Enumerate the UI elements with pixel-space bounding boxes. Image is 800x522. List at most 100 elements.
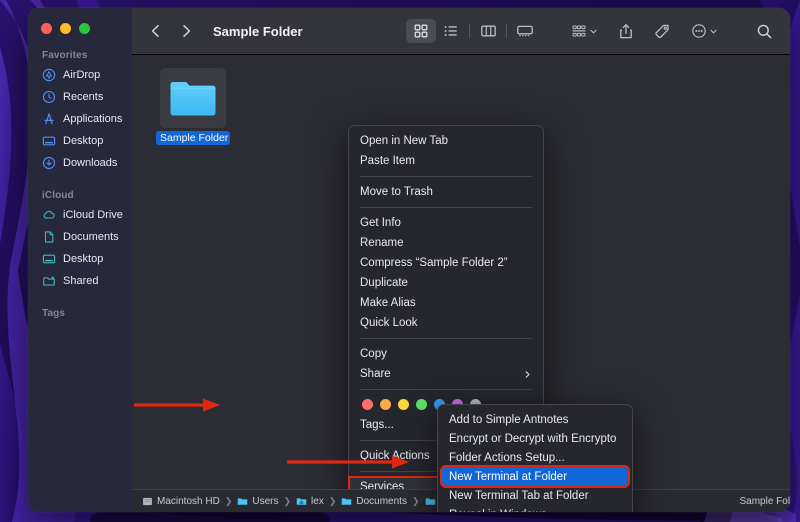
- menu-item-make-alias[interactable]: Make Alias: [349, 293, 543, 313]
- view-mode-column[interactable]: [473, 19, 503, 43]
- breadcrumb-label: Users: [252, 495, 279, 507]
- folder-icon: [170, 81, 216, 115]
- navigation-buttons: [142, 23, 194, 39]
- document-icon: [44, 231, 54, 243]
- menu-item-quick-look[interactable]: Quick Look: [349, 313, 543, 333]
- toolbar: Sample Folder: [132, 8, 790, 55]
- tag-color-green[interactable]: [416, 399, 427, 410]
- menu-item-rename[interactable]: Rename: [349, 233, 543, 253]
- view-mode-list[interactable]: [436, 19, 466, 43]
- sidebar-item-label: Documents: [63, 231, 119, 243]
- shared-folder-icon: [43, 276, 55, 286]
- toolbar-divider: [469, 24, 470, 38]
- sidebar-item-documents[interactable]: Documents: [28, 226, 132, 248]
- sidebar-item-shared[interactable]: Shared: [28, 270, 132, 292]
- sidebar-item-downloads[interactable]: Downloads: [28, 152, 132, 174]
- menu-item-compress[interactable]: Compress “Sample Folder 2”: [349, 253, 543, 273]
- tag-color-red[interactable]: [362, 399, 373, 410]
- list-icon: [444, 26, 457, 36]
- file-item[interactable]: Sample Folder: [156, 68, 230, 145]
- toolbar-divider: [506, 24, 507, 38]
- file-label: Sample Folder: [156, 131, 230, 145]
- breadcrumb-separator: ❯: [328, 495, 337, 506]
- tag-color-orange[interactable]: [380, 399, 391, 410]
- breadcrumb-macintosh-hd[interactable]: Macintosh HD: [138, 496, 224, 507]
- sidebar-item-label: Applications: [63, 113, 123, 125]
- sidebar-section-tags: Tags: [42, 308, 65, 319]
- chevron-right-icon: [525, 370, 530, 378]
- menu-item-paste-item[interactable]: Paste Item: [349, 151, 543, 171]
- menu-item-label: Rename: [360, 237, 404, 249]
- menu-item-label: Copy: [360, 348, 387, 360]
- downloads-icon: [42, 156, 56, 170]
- close-button[interactable]: [41, 23, 52, 34]
- tag-color-yellow[interactable]: [398, 399, 409, 410]
- menu-item-label: Share: [360, 368, 391, 380]
- menu-item-label: Add to Simple Antnotes: [449, 413, 569, 426]
- breadcrumb-separator: ❯: [411, 495, 420, 506]
- submenu-item-add-to-simple-antnotes[interactable]: Add to Simple Antnotes: [438, 410, 632, 429]
- zoom-button[interactable]: [79, 23, 90, 34]
- desktop-icon: [42, 136, 56, 146]
- menu-item-label: Duplicate: [360, 277, 408, 289]
- submenu-item-folder-actions-setup[interactable]: Folder Actions Setup...: [438, 448, 632, 467]
- home-icon: [296, 497, 307, 505]
- menu-item-duplicate[interactable]: Duplicate: [349, 273, 543, 293]
- breadcrumb-documents[interactable]: Documents: [337, 496, 411, 507]
- group-by-button[interactable]: [568, 19, 601, 43]
- menu-item-copy[interactable]: Copy: [349, 344, 543, 364]
- sidebar-item-airdrop[interactable]: AirDrop: [28, 64, 132, 86]
- menu-item-label: Make Alias: [360, 297, 416, 309]
- menu-item-get-info[interactable]: Get Info: [349, 213, 543, 233]
- sidebar-item-applications[interactable]: Applications: [28, 108, 132, 130]
- menu-item-label: Get Info: [360, 217, 401, 229]
- menu-item-label: Folder Actions Setup...: [449, 451, 565, 464]
- search-button[interactable]: [753, 19, 776, 43]
- submenu-item-reveal-in-windows[interactable]: Reveal in Windows: [438, 505, 632, 513]
- breadcrumb-separator: ❯: [224, 495, 233, 506]
- menu-item-label: Compress “Sample Folder 2”: [360, 257, 508, 269]
- breadcrumb-users[interactable]: Users: [233, 496, 282, 507]
- chevron-down-icon: [590, 29, 597, 33]
- breadcrumb-label: Sample Folder 2: [739, 495, 791, 507]
- view-mode-group: [406, 19, 540, 43]
- sidebar-item-label: Desktop: [63, 253, 104, 265]
- desktop-icon: [42, 254, 56, 264]
- menu-item-move-to-trash[interactable]: Move to Trash: [349, 182, 543, 202]
- menu-item-open-in-new-tab[interactable]: Open in New Tab: [349, 131, 543, 151]
- sidebar-item-desktop-icloud[interactable]: Desktop: [28, 248, 132, 270]
- services-submenu: Add to Simple Antnotes Encrypt or Decryp…: [437, 404, 633, 512]
- view-mode-icon[interactable]: [406, 19, 436, 43]
- finder-window: Favorites AirDrop Recents Applications D…: [28, 8, 790, 512]
- submenu-item-new-terminal-at-folder[interactable]: New Terminal at Folder: [440, 465, 630, 488]
- breadcrumb-sample-folder-2[interactable]: Sample Folder 2: [736, 496, 791, 507]
- menu-item-label: Encrypt or Decrypt with Encrypto: [449, 432, 617, 445]
- menu-item-label: New Terminal at Folder: [449, 470, 568, 483]
- columns-icon: [480, 25, 496, 37]
- submenu-item-encrypt-or-decrypt[interactable]: Encrypt or Decrypt with Encrypto: [438, 429, 632, 448]
- menu-item-share[interactable]: Share: [349, 364, 543, 384]
- sidebar-section-favorites: Favorites: [42, 50, 88, 61]
- ellipsis-circle-icon: [692, 24, 706, 38]
- sidebar-item-desktop[interactable]: Desktop: [28, 130, 132, 152]
- share-button[interactable]: [615, 19, 637, 43]
- forward-icon[interactable]: [178, 23, 194, 39]
- menu-item-label: Open in New Tab: [360, 135, 449, 147]
- page-title: Sample Folder: [213, 23, 303, 39]
- breadcrumb-lex[interactable]: lex: [292, 496, 328, 507]
- more-button[interactable]: [688, 19, 721, 43]
- file-thumbnail: [160, 68, 226, 128]
- minimize-button[interactable]: [60, 23, 71, 34]
- sidebar-item-icloud-drive[interactable]: iCloud Drive: [28, 204, 132, 226]
- sidebar-item-label: iCloud Drive: [63, 209, 123, 221]
- cloud-icon: [43, 210, 55, 219]
- menu-separator: [360, 176, 532, 177]
- back-icon[interactable]: [148, 23, 164, 39]
- sidebar-item-recents[interactable]: Recents: [28, 86, 132, 108]
- breadcrumb-separator: ❯: [283, 495, 292, 506]
- view-mode-gallery[interactable]: [510, 19, 540, 43]
- submenu-item-new-terminal-tab-at-folder[interactable]: New Terminal Tab at Folder: [438, 486, 632, 505]
- menu-separator: [360, 207, 532, 208]
- breadcrumb-label: Macintosh HD: [157, 495, 220, 507]
- tags-button[interactable]: [651, 19, 674, 43]
